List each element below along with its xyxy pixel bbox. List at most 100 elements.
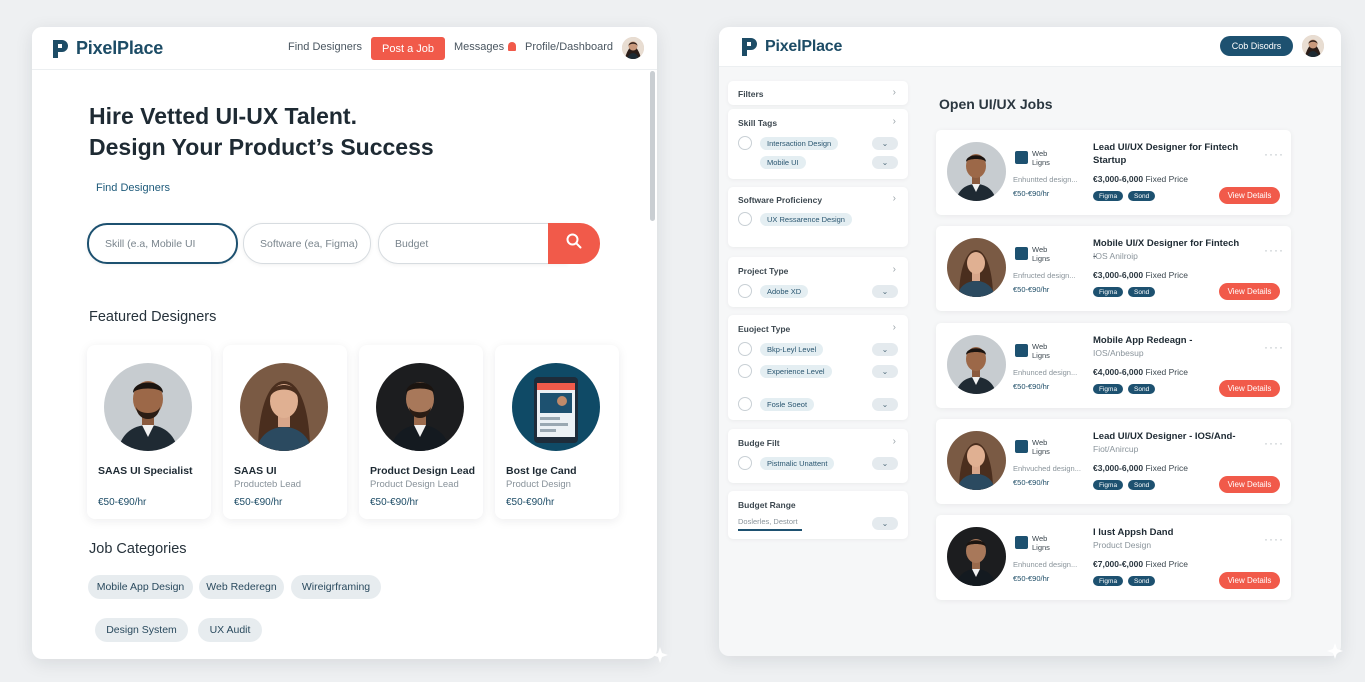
user-avatar[interactable] — [1302, 35, 1324, 57]
filter-budget-range: Budget Range Doslerles, Destort ⌄ — [728, 491, 908, 539]
job-card[interactable]: Web Ligns Enhunced design... €50-€90/hr … — [936, 515, 1291, 600]
filter-tag[interactable]: Experience Level — [760, 365, 832, 378]
category-chip[interactable]: Wireigrframing — [291, 575, 381, 599]
filter-tag[interactable]: Fosle Soeot — [760, 398, 815, 411]
job-card[interactable]: Web Ligns Enhuntted design... €50-€90/hr… — [936, 130, 1291, 215]
chevron-down-icon[interactable]: ⌄ — [872, 285, 898, 298]
chevron-down-icon[interactable]: ⌄ — [872, 398, 898, 411]
filter-title: Budget Range — [738, 500, 796, 510]
more-options-icon[interactable]: ···· — [1264, 340, 1284, 354]
chevron-right-icon[interactable]: › — [893, 436, 896, 447]
chevron-down-icon[interactable]: ⌄ — [872, 457, 898, 470]
job-subtitle: IOS Anilroip — [1093, 251, 1138, 261]
view-details-button[interactable]: View Details — [1219, 283, 1280, 300]
company-name: Web Ligns — [1032, 149, 1050, 167]
chevron-right-icon[interactable]: › — [893, 322, 896, 333]
price-type: Fixed Price — [1145, 174, 1188, 184]
brand[interactable]: PixelPlace — [51, 38, 163, 59]
view-details-button[interactable]: View Details — [1219, 572, 1280, 589]
designer-name: SAAS UI Specialist — [98, 465, 193, 477]
header-action-button[interactable]: Cob Disodrs — [1220, 36, 1293, 56]
chevron-right-icon[interactable]: › — [893, 193, 896, 204]
filter-radio[interactable] — [738, 136, 752, 150]
filter-tag[interactable]: Intersaction Design — [760, 137, 839, 150]
company-logo-icon — [1015, 536, 1028, 549]
chevron-right-icon[interactable]: › — [893, 264, 896, 275]
filter-radio[interactable] — [738, 456, 752, 470]
filter-tag[interactable]: Adobe XD — [760, 285, 809, 298]
category-chip[interactable]: Mobile App Design — [88, 575, 193, 599]
job-title[interactable]: Lead UI/UX Designer - IOS/And- — [1093, 430, 1243, 443]
category-chip[interactable]: UX Audit — [198, 618, 262, 642]
job-desc: Enhunced design... — [1013, 368, 1078, 377]
chevron-right-icon: › — [892, 87, 896, 98]
filters-header[interactable]: Filters › — [728, 81, 908, 105]
filter-radio[interactable] — [738, 284, 752, 298]
job-title[interactable]: I lust Appsh Dand — [1093, 526, 1243, 539]
more-options-icon[interactable]: ···· — [1264, 243, 1284, 257]
designer-card[interactable]: Bost Ige Cand Product Design €50-€90/hr — [495, 345, 619, 519]
nav-messages[interactable]: Messages — [454, 41, 504, 53]
budget-input[interactable]: Budget — [378, 223, 568, 264]
filter-software: Software Proficiency › UX Ressarence Des… — [728, 187, 908, 247]
job-rate: €50-€90/hr — [1013, 574, 1050, 583]
filter-tag[interactable]: Pistmalic Unattent — [760, 457, 835, 470]
skill-tag: Figma — [1093, 384, 1124, 394]
filters-title: Filters — [738, 89, 764, 99]
more-options-icon[interactable]: ···· — [1264, 532, 1284, 546]
budget-range-input[interactable]: Doslerles, Destort — [738, 517, 802, 531]
category-chip[interactable]: Design System — [95, 618, 188, 642]
nav-find-designers[interactable]: Find Designers — [288, 41, 362, 53]
post-job-button[interactable]: Post a Job — [371, 37, 445, 60]
scrollbar[interactable] — [650, 71, 655, 221]
filter-radio[interactable] — [738, 212, 752, 226]
notification-bell-icon[interactable] — [508, 42, 516, 51]
view-details-button[interactable]: View Details — [1219, 380, 1280, 397]
pixelplace-logo-icon — [740, 37, 758, 57]
job-desc: Enhvuched design... — [1013, 464, 1081, 473]
job-title[interactable]: Lead UI/UX Designer for Fintech Startup — [1093, 141, 1243, 167]
hero-find-designers-link[interactable]: Find Designers — [96, 182, 170, 194]
job-card[interactable]: Web Ligns Enhvuched design... €50-€90/hr… — [936, 419, 1291, 504]
skill-input[interactable]: Skill (e.a, Mobile UI — [87, 223, 238, 264]
category-chip[interactable]: Web Rederegn — [199, 575, 284, 599]
chevron-down-icon[interactable]: ⌄ — [872, 365, 898, 378]
more-options-icon[interactable]: ···· — [1264, 436, 1284, 450]
search-button[interactable] — [548, 223, 600, 264]
landing-page-panel: PixelPlace Find Designers Post a Job Mes… — [32, 27, 657, 659]
chevron-down-icon[interactable]: ⌄ — [872, 517, 898, 530]
job-desc: Enhuntted design... — [1013, 175, 1078, 184]
brand[interactable]: PixelPlace — [740, 37, 842, 57]
job-desc: Enfructed design... — [1013, 271, 1076, 280]
view-details-button[interactable]: View Details — [1219, 187, 1280, 204]
more-options-icon[interactable]: ···· — [1264, 147, 1284, 161]
user-avatar[interactable] — [622, 37, 644, 59]
filter-radio[interactable] — [738, 364, 752, 378]
filter-radio[interactable] — [738, 342, 752, 356]
designer-card[interactable]: Product Design Lead Product Design Lead … — [359, 345, 483, 519]
filter-title: Software Proficiency — [738, 195, 823, 205]
job-price: €7,000-€,000 Fixed Price — [1093, 559, 1188, 569]
chevron-down-icon[interactable]: ⌄ — [872, 343, 898, 356]
filter-tag[interactable]: Mobile UI — [760, 156, 806, 169]
chevron-right-icon[interactable]: › — [893, 116, 896, 127]
job-card[interactable]: Web Ligns Enhunced design... €50-€90/hr … — [936, 323, 1291, 408]
skill-tag: Sond — [1128, 480, 1156, 490]
job-card[interactable]: Web Ligns Enfructed design... €50-€90/hr… — [936, 226, 1291, 311]
software-input[interactable]: Software (ea, Figma) — [243, 223, 371, 264]
nav-profile-dashboard[interactable]: Profile/Dashboard — [525, 41, 613, 53]
view-details-button[interactable]: View Details — [1219, 476, 1280, 493]
chevron-down-icon[interactable]: ⌄ — [872, 156, 898, 169]
designer-card[interactable]: SAAS UI Specialist €50-€90/hr — [87, 345, 211, 519]
price-type: Fixed Price — [1145, 367, 1188, 377]
chevron-down-icon[interactable]: ⌄ — [872, 137, 898, 150]
designer-card[interactable]: SAAS UI Producteb Lead €50-€90/hr — [223, 345, 347, 519]
company-name: Web Ligns — [1032, 342, 1050, 360]
pixelplace-logo-icon — [51, 39, 69, 59]
filter-radio[interactable] — [738, 397, 752, 411]
filter-tag[interactable]: Bkp-Leyl Level — [760, 343, 824, 356]
skill-tag: Sond — [1128, 384, 1156, 394]
job-title[interactable]: Mobile App Redeagn - — [1093, 334, 1243, 347]
company-name: Web Ligns — [1032, 245, 1050, 263]
filter-tag[interactable]: UX Ressarence Design — [760, 213, 852, 226]
